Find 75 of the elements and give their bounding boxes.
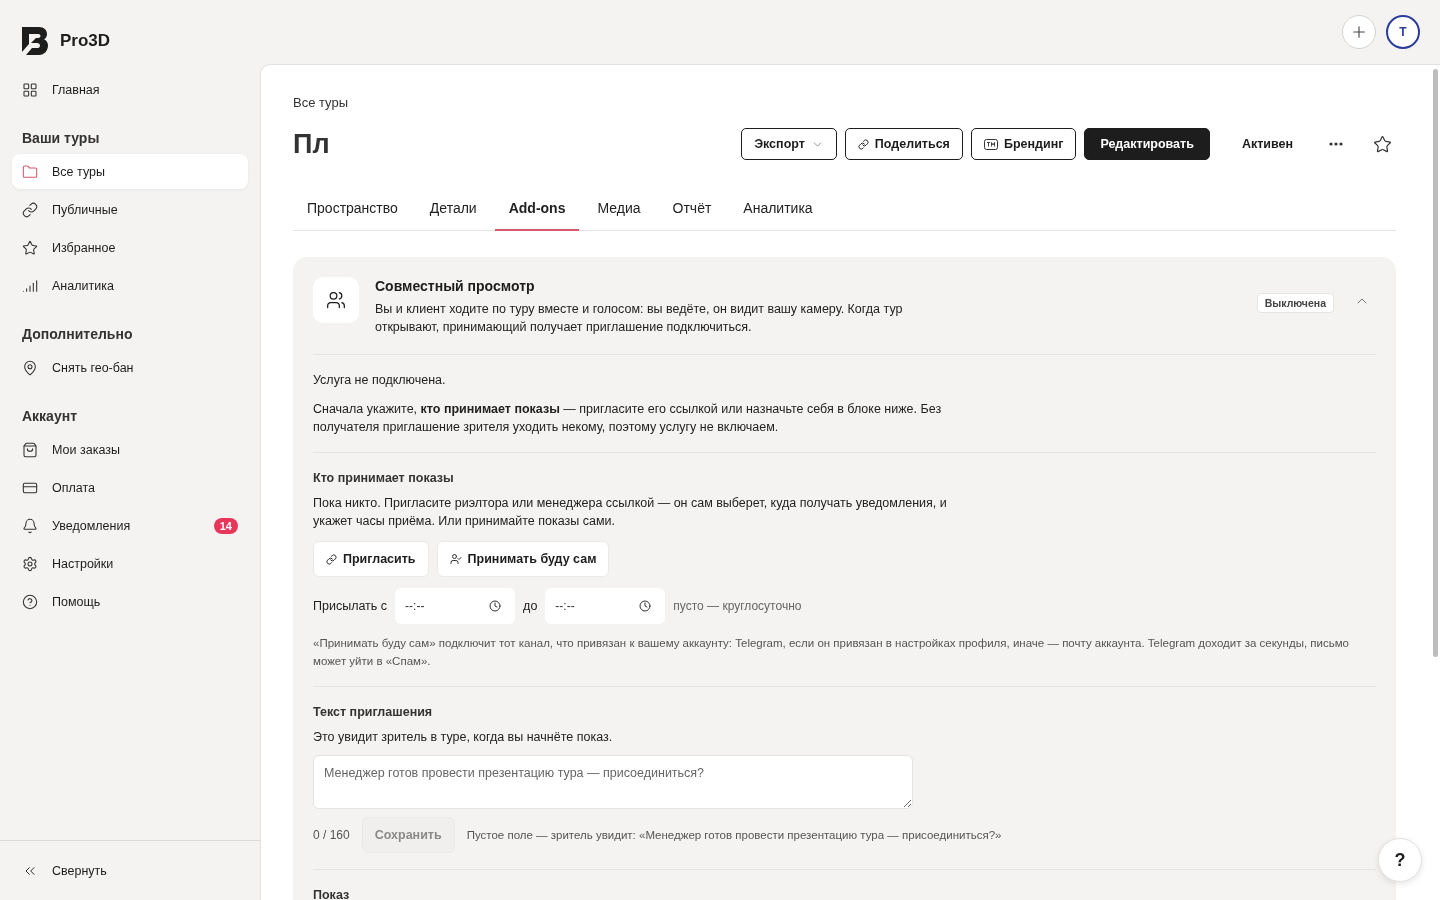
help-icon [22, 593, 38, 610]
clock-icon [639, 600, 652, 612]
tab[interactable]: Отчёт [658, 190, 726, 231]
breadcrumb-link[interactable]: Все туры [293, 95, 1396, 110]
star-icon [22, 239, 38, 256]
brand-name: Pro3D [60, 31, 111, 51]
collapse-button[interactable]: Свернуть [22, 862, 107, 879]
tab[interactable]: Медиа [583, 190, 655, 231]
notification-badge: 14 [213, 517, 238, 534]
sidebar-item[interactable]: Избранное [12, 230, 248, 265]
bag-icon [22, 441, 38, 458]
star-icon [1373, 134, 1392, 154]
character-counter: 0 / 160 [313, 828, 350, 842]
section-heading: Текст приглашения [313, 705, 434, 719]
user-avatar[interactable]: T [1386, 15, 1420, 49]
sidebar-item[interactable]: Помощь [12, 584, 248, 619]
bar-chart-icon [22, 277, 38, 294]
map-pin-icon [22, 359, 38, 376]
sidebar-item[interactable]: Публичные [12, 192, 248, 227]
sidebar-item[interactable]: Настройки [12, 546, 248, 581]
sidebar-item[interactable]: Оплата [12, 470, 248, 505]
status-text: Услуга не подключена. [313, 372, 447, 389]
link-icon [326, 553, 337, 565]
section-heading: Показ [313, 888, 351, 900]
clock-icon [489, 600, 502, 612]
sidebar-item[interactable]: Главная [12, 72, 248, 107]
tab[interactable]: Детали [415, 190, 491, 231]
to-label: до [523, 599, 538, 613]
share-button[interactable]: Поделиться [844, 128, 963, 160]
time-field[interactable]: --:-- [545, 588, 666, 624]
sidebar-section-title: Аккаунт [21, 407, 78, 426]
section-text: Это увидит зритель в туре, когда вы начнёте показ. [313, 729, 614, 746]
scrollbar[interactable] [1433, 69, 1438, 657]
folder-icon [22, 163, 38, 180]
status-button[interactable]: Активен [1217, 128, 1317, 160]
time-hint: пусто — круглосуточно [673, 599, 802, 613]
users-icon [326, 290, 346, 310]
sidebar-section-title: Ваши туры [21, 129, 101, 148]
section-text: Пока никто. Пригласите риэлтора или менеджера ссылкой — он сам выберет, куда получать уведомления, и укажет часы приёма. Или принимайте показы сами. [313, 495, 948, 530]
plus-icon [1350, 23, 1368, 41]
addon-description: Вы и клиент ходите по туру вместе и голосом: вы ведёте, он видит вашу камеру. Когда тур открывают, принимающий получает приглашение подключиться. [375, 301, 904, 336]
section-heading: Кто принимает показы [313, 471, 455, 485]
page-title: Пл [293, 128, 331, 160]
note-text: «Принимать буду сам» подключит тот канал, что привязан к вашему аккаунту: Telegram, если он привязан в настройках профиля, иначе — почту аккаунта. Telegram доходит за секунды, письмо может уйти в «Спам». [313, 636, 1350, 669]
self-receive-button[interactable]: Принимать буду сам [436, 541, 610, 577]
sidebar-item[interactable]: Мои заказы [12, 432, 248, 467]
tab[interactable]: Пространство [293, 190, 412, 231]
status-label: Выключена [1256, 293, 1334, 313]
from-label: Присылать с [313, 599, 388, 613]
sidebar-item[interactable]: Аналитика [12, 268, 248, 303]
invite-button[interactable]: Пригласить [313, 541, 429, 577]
bell-icon [22, 517, 38, 534]
sidebar-item[interactable]: Все туры [12, 154, 248, 189]
export-dropdown[interactable]: Экспорт [741, 128, 837, 160]
link-icon [22, 201, 38, 218]
logo-icon [22, 27, 48, 55]
grid-icon [22, 81, 38, 98]
tab[interactable]: Add-ons [494, 190, 580, 231]
link-icon [857, 138, 869, 150]
invite-hint: Пустое поле — зритель увидит: «Менеджер готов провести презентацию тура — присоединиться?» [466, 829, 1002, 841]
edit-button[interactable]: Редактировать [1084, 128, 1210, 160]
addon-title: Совместный просмотр [375, 278, 536, 294]
invitation-textarea[interactable]: Менеджер готов провести презентацию тура — присоединиться? [313, 755, 913, 809]
add-button[interactable] [1342, 15, 1376, 49]
ellipsis-icon [1329, 142, 1343, 146]
trademark-icon [983, 138, 998, 150]
settings-icon [22, 555, 38, 572]
sidebar-section-title: Дополнительно [21, 325, 134, 344]
intro-text: Сначала укажите, кто принимает показы — пригласите его ссылкой или назначьте себя в блоке ниже. Без получателя приглашение зрителя уходить некому, поэтому услугу не включаем. [313, 401, 943, 436]
sidebar-item[interactable]: Снять гео-бан [12, 350, 248, 385]
user-check-icon [449, 553, 462, 565]
tab[interactable]: Аналитика [729, 190, 827, 231]
branding-button[interactable]: Брендинг [970, 128, 1077, 160]
sidebar-item[interactable]: Уведомления 14 [12, 508, 248, 543]
time-field[interactable]: --:-- [395, 588, 516, 624]
